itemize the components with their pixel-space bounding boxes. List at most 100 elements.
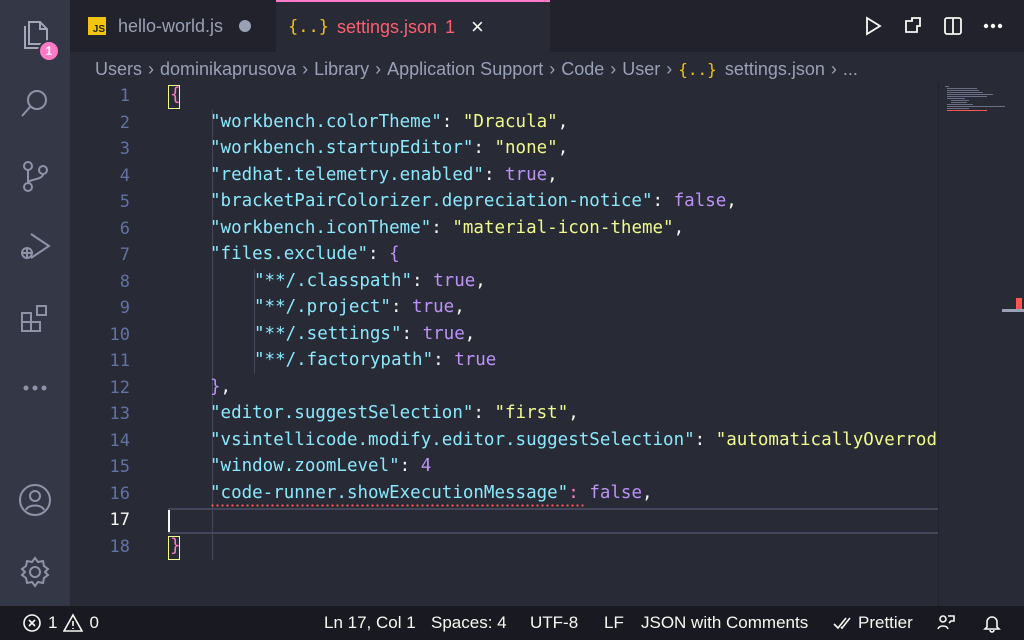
code-line: "code-runner.showExecutionMessage": fals… xyxy=(210,483,653,503)
line-number: 10 xyxy=(109,325,130,345)
cursor-position[interactable]: Ln 17, Col 1 xyxy=(324,606,416,640)
double-check-icon xyxy=(833,617,851,630)
scrollbar-cursor-marker xyxy=(1002,309,1024,312)
bell-icon xyxy=(983,616,1001,633)
run-debug-button[interactable] xyxy=(0,214,70,278)
accounts-button[interactable] xyxy=(0,468,70,532)
line-number-current: 17 xyxy=(109,510,130,530)
tab-hello-world[interactable]: JS hello-world.js xyxy=(70,0,276,52)
chevron-right-icon: › xyxy=(610,58,617,79)
source-control-button[interactable] xyxy=(0,144,70,208)
more-views-button[interactable] xyxy=(0,356,70,420)
warning-count: 0 xyxy=(89,613,99,632)
error-icon xyxy=(23,614,41,632)
minimap-line xyxy=(947,98,965,99)
editor-actions xyxy=(862,0,1004,52)
extensions-button[interactable] xyxy=(0,286,70,350)
tab-problem-count: 1 xyxy=(445,16,456,37)
line-number: 1 xyxy=(119,86,130,106)
tab-label: hello-world.js xyxy=(118,15,224,36)
minimap-line xyxy=(947,104,973,105)
minimap-line xyxy=(945,86,949,87)
tab-settings-json[interactable]: {..} settings.json 1 × xyxy=(276,0,550,52)
chevron-right-icon: › xyxy=(830,58,837,79)
indentation[interactable]: Spaces: 4 xyxy=(431,606,507,640)
prettier-status[interactable]: Prettier xyxy=(832,606,913,640)
code-line: "workbench.iconTheme": "material-icon-th… xyxy=(210,218,685,238)
end-of-line[interactable]: LF xyxy=(604,606,624,640)
breadcrumb-item[interactable]: Application Support xyxy=(387,59,543,80)
code-editor[interactable]: 1 2 3 4 5 6 7 8 9 10 11 12 13 14 15 16 1… xyxy=(70,84,1008,606)
error-count: 1 xyxy=(48,613,58,632)
status-bar: 1 0 Ln 17, Col 1 Spaces: 4 UTF-8 LF JSON… xyxy=(0,606,1024,640)
line-number: 18 xyxy=(109,537,130,557)
code-line: } xyxy=(170,536,181,556)
feedback-icon xyxy=(937,615,955,630)
line-number: 11 xyxy=(109,351,130,371)
chevron-right-icon: › xyxy=(302,58,309,79)
json-file-icon: {..} xyxy=(678,59,717,79)
settings-button[interactable] xyxy=(0,540,70,604)
unsaved-dot-icon[interactable] xyxy=(239,20,252,32)
tab-label: settings.json xyxy=(336,16,438,37)
breadcrumb-item[interactable]: User xyxy=(622,59,660,80)
warning-icon xyxy=(63,613,84,632)
code-line: "**/.classpath": true, xyxy=(254,271,486,291)
run-debug-icon xyxy=(21,233,51,259)
error-squiggle xyxy=(210,504,584,507)
json-file-icon: {..} xyxy=(288,17,329,37)
explorer-button[interactable]: 1 xyxy=(0,2,70,66)
line-number: 2 xyxy=(119,113,130,133)
close-icon[interactable]: × xyxy=(471,14,484,40)
line-number: 7 xyxy=(119,245,130,265)
line-number: 6 xyxy=(119,219,130,239)
prettier-label: Prettier xyxy=(858,613,913,632)
language-mode[interactable]: JSON with Comments xyxy=(641,606,808,640)
text-cursor xyxy=(168,510,170,532)
feedback-button[interactable] xyxy=(936,606,956,640)
minimap-line xyxy=(951,100,969,101)
explorer-badge: 1 xyxy=(38,40,60,62)
code-line: "files.exclude": { xyxy=(210,244,400,264)
minimap-line xyxy=(947,96,987,97)
code-line: "**/.factorypath": true xyxy=(254,350,497,370)
open-preview-icon[interactable] xyxy=(902,15,924,37)
minimap-line xyxy=(947,106,1005,107)
code-line: "redhat.telemetry.enabled": true, xyxy=(210,165,558,185)
breadcrumb-item[interactable]: ... xyxy=(843,59,858,80)
line-number: 12 xyxy=(109,378,130,398)
chevron-right-icon: › xyxy=(375,58,382,79)
minimap-line xyxy=(947,90,979,91)
current-line-highlight xyxy=(168,508,1008,534)
breadcrumb-item[interactable]: Library xyxy=(314,59,369,80)
run-icon[interactable] xyxy=(862,15,884,37)
minimap-line xyxy=(947,94,993,95)
activity-bar: 1 xyxy=(0,0,70,606)
line-number: 15 xyxy=(109,457,130,477)
minimap[interactable] xyxy=(938,84,1024,606)
breadcrumb-item[interactable]: Users xyxy=(95,59,142,80)
breadcrumb-item[interactable]: Code xyxy=(561,59,604,80)
code-line: "**/.settings": true, xyxy=(254,324,476,344)
line-number: 14 xyxy=(109,431,130,451)
search-button[interactable] xyxy=(0,72,70,136)
line-number: 13 xyxy=(109,404,130,424)
code-line: { xyxy=(170,85,181,105)
breadcrumb-item[interactable]: dominikaprusova xyxy=(160,59,296,80)
code-line: "bracketPairColorizer.depreciation-notic… xyxy=(210,191,737,211)
notifications-button[interactable] xyxy=(982,606,1002,640)
breadcrumb-item[interactable]: settings.json xyxy=(725,59,825,80)
minimap-line xyxy=(947,88,977,89)
code-line: "workbench.colorTheme": "Dracula", xyxy=(210,112,569,132)
minimap-line xyxy=(947,108,969,109)
code-line: "workbench.startupEditor": "none", xyxy=(210,138,569,158)
problems-indicator[interactable]: 1 0 xyxy=(22,606,99,640)
encoding[interactable]: UTF-8 xyxy=(530,606,578,640)
minimap-error-line xyxy=(947,110,987,111)
line-number: 4 xyxy=(119,166,130,186)
split-editor-icon[interactable] xyxy=(942,15,964,37)
chevron-right-icon: › xyxy=(666,58,673,79)
line-number: 16 xyxy=(109,484,130,504)
more-actions-icon[interactable] xyxy=(982,15,1004,37)
minimap-line xyxy=(951,102,967,103)
